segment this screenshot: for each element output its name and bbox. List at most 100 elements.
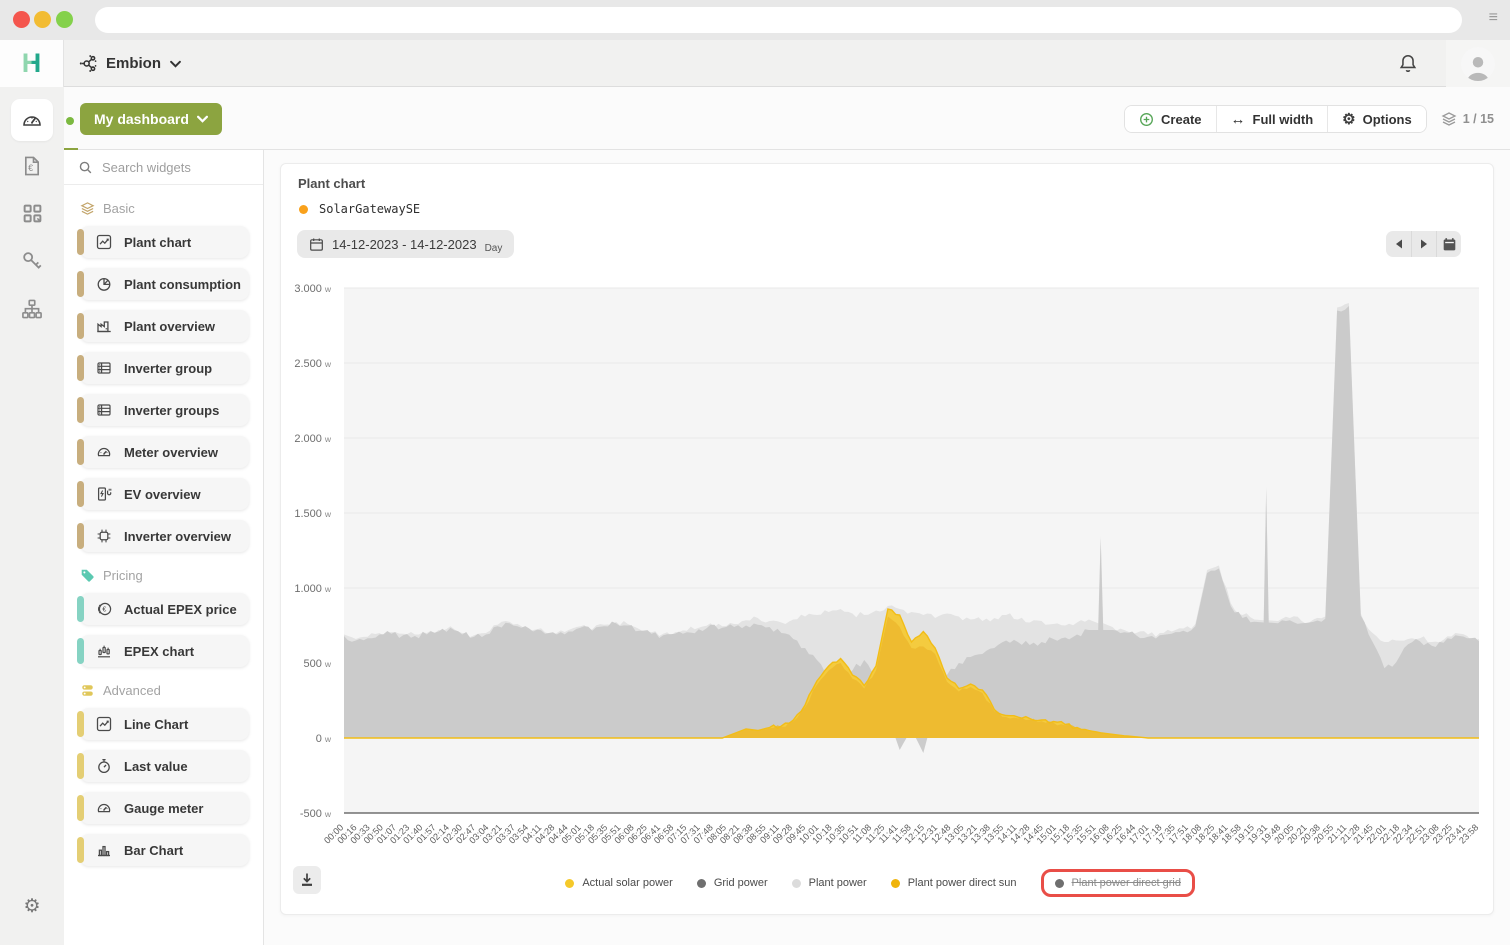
- widget-item-inverter-groups[interactable]: Inverter groups: [80, 394, 249, 426]
- logo-letter: H: [22, 50, 42, 77]
- pie-chart-icon: [96, 276, 112, 292]
- widget-item-label: EPEX chart: [124, 644, 194, 659]
- rail-item-sites[interactable]: [11, 288, 53, 330]
- dashboard-selector-label: My dashboard: [94, 111, 189, 127]
- toolbar-button-group: Create ↔ Full width ⚙ Options: [1124, 105, 1427, 133]
- ev-charger-icon: [96, 486, 112, 502]
- download-chart-button[interactable]: [293, 866, 321, 894]
- sitemap-icon: [21, 298, 43, 320]
- previous-period-button[interactable]: [1386, 231, 1411, 257]
- gateway-status-dot: [299, 205, 308, 214]
- legend-item-grid-power[interactable]: Grid power: [697, 877, 768, 889]
- widget-item-gauge-meter[interactable]: Gauge meter: [80, 792, 249, 824]
- widget-item-plant-chart[interactable]: Plant chart: [80, 226, 249, 258]
- layers-icon: [80, 201, 95, 216]
- page-indicator-label: 1 / 15: [1463, 112, 1494, 126]
- section-header-basic: Basic: [80, 201, 263, 216]
- accent-bar: [77, 355, 84, 381]
- organization-selector[interactable]: Embion: [78, 40, 181, 87]
- dashboard-toolbar: My dashboard Create ↔ Full width ⚙ Optio…: [64, 87, 1510, 150]
- widget-item-label: Inverter group: [124, 361, 212, 376]
- widget-item-epex-chart[interactable]: EPEX chart: [80, 635, 249, 667]
- full-width-button-label: Full width: [1253, 112, 1314, 127]
- widget-item-last-value[interactable]: Last value: [80, 750, 249, 782]
- section-header-pricing: Pricing: [80, 568, 263, 583]
- widget-item-line-chart[interactable]: Line Chart: [80, 708, 249, 740]
- section-label: Pricing: [103, 568, 143, 583]
- stopwatch-icon: [96, 758, 112, 774]
- url-bar[interactable]: [95, 7, 1462, 33]
- rail-item-dashboard[interactable]: [11, 99, 53, 141]
- widget-item-bar-chart[interactable]: Bar Chart: [80, 834, 249, 866]
- legend-dot: [1055, 879, 1064, 888]
- full-width-button[interactable]: ↔ Full width: [1217, 106, 1329, 132]
- widget-item-label: Plant consumption: [124, 277, 241, 292]
- candlestick-icon: [96, 643, 112, 659]
- widget-item-label: Meter overview: [124, 445, 218, 460]
- maximize-window-button[interactable]: [56, 11, 73, 28]
- widget-item-actual-epex-price[interactable]: € Actual EPEX price: [80, 593, 249, 625]
- svg-text:€: €: [102, 607, 106, 614]
- minimize-window-button[interactable]: [34, 11, 51, 28]
- bar-chart-icon: [96, 842, 112, 858]
- chevron-down-icon: [197, 115, 208, 123]
- table-icon: [96, 402, 112, 418]
- accent-bar: [77, 439, 84, 465]
- gateway-name: SolarGatewaySE: [319, 202, 420, 216]
- table-icon: [96, 360, 112, 376]
- options-button[interactable]: ⚙ Options: [1328, 106, 1426, 132]
- rail-item-api-keys[interactable]: [11, 240, 53, 282]
- widget-item-plant-consumption[interactable]: Plant consumption: [80, 268, 249, 300]
- browser-menu-icon[interactable]: ≡: [1489, 9, 1498, 27]
- key-icon: [21, 250, 43, 272]
- widget-item-label: Actual EPEX price: [124, 602, 237, 617]
- dashboard-selector-button[interactable]: My dashboard: [80, 103, 222, 135]
- dashboard-canvas: Plant chart SolarGatewaySE 14-12-2023 - …: [264, 150, 1510, 945]
- notifications-bell-icon[interactable]: [1398, 53, 1418, 74]
- accent-bar: [77, 523, 84, 549]
- search-input[interactable]: [102, 160, 242, 175]
- create-widget-button[interactable]: Create: [1125, 106, 1216, 132]
- calendar-filled-icon: [1442, 237, 1457, 252]
- calendar-icon: [309, 237, 324, 252]
- gauge-icon: [96, 444, 112, 460]
- avatar-cell: [1446, 40, 1510, 87]
- organization-name: Embion: [106, 55, 161, 72]
- widget-item-inverter-overview[interactable]: Inverter overview: [80, 520, 249, 552]
- accent-bar: [77, 397, 84, 423]
- widget-item-label: EV overview: [124, 487, 201, 502]
- layers-icon: [1441, 111, 1457, 127]
- widget-item-plant-overview[interactable]: Plant overview: [80, 310, 249, 342]
- accent-bar: [77, 638, 84, 664]
- widget-item-label: Gauge meter: [124, 801, 203, 816]
- rail-item-invoices[interactable]: €: [11, 145, 53, 187]
- accent-bar: [77, 795, 84, 821]
- calendar-jump-button[interactable]: [1436, 231, 1461, 257]
- legend-item-actual-solar-power[interactable]: Actual solar power: [565, 877, 673, 889]
- accent-bar: [77, 271, 84, 297]
- close-window-button[interactable]: [13, 11, 30, 28]
- y-axis-tick-label: 500w: [304, 658, 332, 670]
- chart-plot-area[interactable]: 3.000w2.500w2.000w1.500w1.000w500w0w-500…: [344, 288, 1479, 813]
- search-icon: [78, 160, 93, 175]
- legend-item-plant-power-direct-sun[interactable]: Plant power direct sun: [891, 877, 1017, 889]
- app-logo[interactable]: H: [0, 40, 64, 87]
- accent-bar: [77, 313, 84, 339]
- active-status-dot: [66, 117, 74, 125]
- accent-bar: [77, 837, 84, 863]
- avatar[interactable]: [1461, 47, 1495, 81]
- rail-item-widgets[interactable]: [11, 192, 53, 234]
- legend-dot: [697, 879, 706, 888]
- rail-item-settings[interactable]: ⚙: [0, 895, 64, 918]
- legend-label: Actual solar power: [582, 877, 673, 889]
- legend-dot: [891, 879, 900, 888]
- next-period-button[interactable]: [1411, 231, 1436, 257]
- accent-bar: [77, 711, 84, 737]
- widget-item-meter-overview[interactable]: Meter overview: [80, 436, 249, 468]
- date-range-picker[interactable]: 14-12-2023 - 14-12-2023 Day: [297, 230, 514, 258]
- accent-bar: [77, 481, 84, 507]
- legend-item-plant-power-direct-grid[interactable]: Plant power direct grid: [1055, 877, 1181, 889]
- widget-item-ev-overview[interactable]: EV overview: [80, 478, 249, 510]
- widget-item-inverter-group[interactable]: Inverter group: [80, 352, 249, 384]
- legend-item-plant-power[interactable]: Plant power: [792, 877, 867, 889]
